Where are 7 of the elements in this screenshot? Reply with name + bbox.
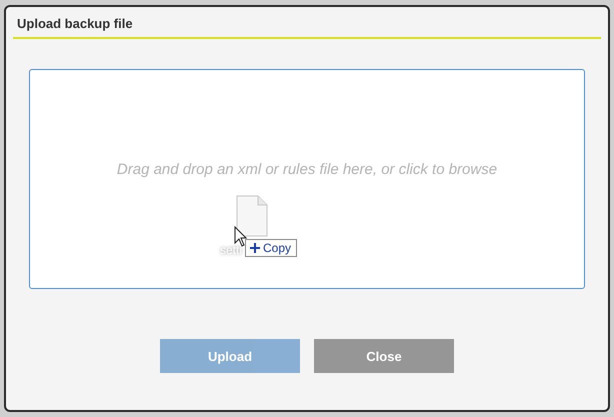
dialog-title: Upload backup file (13, 7, 601, 39)
drop-prompt: Drag and drop an xml or rules file here, or click to browse (116, 160, 498, 178)
file-icon (236, 195, 268, 237)
close-button[interactable]: Close (314, 339, 454, 373)
drag-effect-label: Copy (263, 241, 292, 255)
cursor-icon (234, 226, 247, 247)
plus-icon (250, 243, 260, 253)
